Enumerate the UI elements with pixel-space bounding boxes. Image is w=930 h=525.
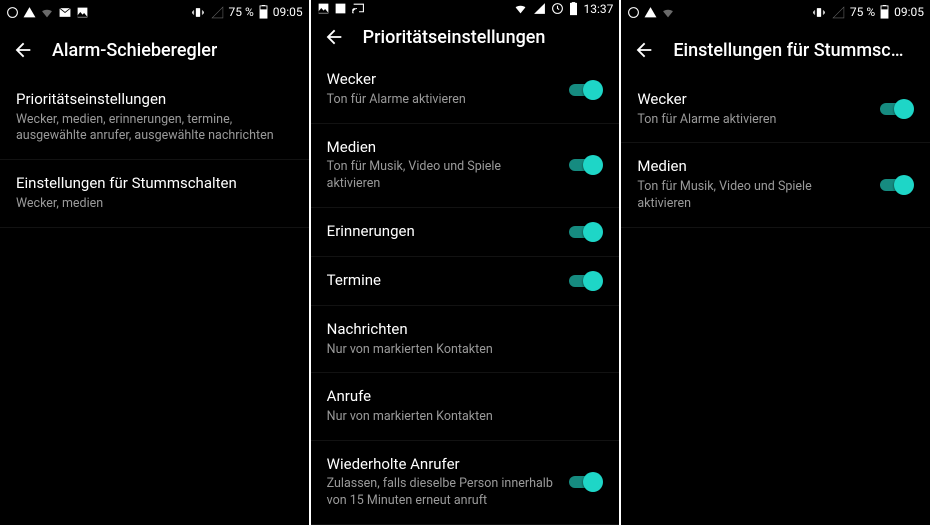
row-termine[interactable]: Termine	[311, 257, 620, 306]
row-priority-settings[interactable]: Prioritätseinstellungen Wecker, medien, …	[0, 76, 309, 160]
row-title: Medien	[637, 157, 868, 177]
vibrate-icon	[811, 6, 827, 19]
page-title: Prioritätseinstellungen	[363, 27, 546, 48]
status-right: 75 % 09:05	[190, 5, 303, 19]
page-title: Alarm-Schieberegler	[52, 40, 217, 61]
vibrate-icon	[190, 6, 206, 19]
toggle-switch[interactable]	[880, 99, 914, 119]
row-anrufe[interactable]: Anrufe Nur von markierten Kontakten	[311, 373, 620, 440]
toggle-switch[interactable]	[569, 155, 603, 175]
status-bar: 13:37	[311, 0, 620, 18]
row-wecker[interactable]: Wecker Ton für Alarme aktivieren	[621, 76, 930, 143]
signal-icon	[832, 6, 845, 19]
signal-icon	[533, 2, 546, 15]
row-subtitle: Ton für Musik, Video und Spiele aktivier…	[637, 179, 868, 213]
row-medien[interactable]: MedienTon für Musik, Video und Spiele ak…	[311, 124, 620, 208]
wifi-dim-icon	[661, 6, 675, 19]
toggle-switch[interactable]	[569, 80, 603, 100]
row-title: Erinnerungen	[327, 222, 558, 242]
status-right: 13:37	[513, 2, 613, 16]
row-title: Wiederholte Anrufer	[327, 455, 558, 475]
mail-icon	[58, 6, 72, 19]
row-mute-settings[interactable]: Einstellungen für Stummschalten Wecker, …	[0, 160, 309, 227]
app-bar: Alarm-Schieberegler	[0, 24, 309, 76]
clock-text: 09:05	[273, 5, 303, 19]
clock-text: 09:05	[894, 5, 924, 19]
warning-icon	[644, 6, 657, 19]
row-subtitle: Ton für Musik, Video und Spiele aktivier…	[327, 159, 558, 193]
phone-screen-1: 75 % 09:05 Alarm-Schieberegler Priorität…	[0, 0, 309, 525]
status-left	[317, 2, 365, 15]
status-right: 75 % 09:05	[811, 5, 924, 19]
image-icon	[76, 6, 89, 19]
wifi-dim-icon	[40, 6, 54, 19]
warning-icon	[23, 6, 36, 19]
phone-screen-3: 75 % 09:05 Einstellungen für Stummsc… We…	[621, 0, 930, 525]
row-subtitle: Zulassen, falls dieselbe Person innerhal…	[327, 476, 558, 510]
cast-icon	[351, 2, 365, 15]
status-bar: 75 % 09:05	[0, 0, 309, 24]
battery-text: 75 %	[229, 5, 254, 19]
row-subtitle: Ton für Alarme aktivieren	[327, 92, 558, 109]
row-title: Wecker	[637, 90, 868, 110]
settings-list: Prioritätseinstellungen Wecker, medien, …	[0, 76, 309, 525]
toggle-switch[interactable]	[569, 222, 603, 242]
row-title: Wecker	[327, 70, 558, 90]
back-button[interactable]	[323, 26, 345, 48]
row-subtitle: Wecker, medien, erinnerungen, termine, a…	[16, 112, 293, 146]
toggle-switch[interactable]	[880, 175, 914, 195]
circle-icon	[6, 6, 19, 19]
row-wiederholte-anrufer[interactable]: Wiederholte AnruferZulassen, falls diese…	[311, 441, 620, 525]
row-nachrichten[interactable]: Nachrichten Nur von markierten Kontakten	[311, 306, 620, 373]
status-bar: 75 % 09:05	[621, 0, 930, 24]
row-subtitle: Nur von markierten Kontakten	[327, 342, 604, 359]
status-left	[627, 6, 675, 19]
signal-icon	[211, 6, 224, 19]
row-subtitle: Wecker, medien	[16, 196, 293, 213]
clock-icon	[551, 2, 564, 15]
battery-icon	[569, 2, 578, 16]
app-icon	[334, 2, 347, 15]
wifi-icon	[513, 2, 528, 15]
clock-text: 13:37	[583, 2, 613, 16]
row-title: Anrufe	[327, 387, 604, 407]
settings-list: Wecker Ton für Alarme aktivieren MedienTo…	[311, 56, 620, 525]
row-erinnerungen[interactable]: Erinnerungen	[311, 208, 620, 257]
battery-icon	[880, 5, 889, 19]
row-medien[interactable]: MedienTon für Musik, Video und Spiele ak…	[621, 143, 930, 227]
row-title: Medien	[327, 138, 558, 158]
row-title: Termine	[327, 271, 558, 291]
page-title: Einstellungen für Stummsc…	[673, 40, 903, 61]
row-title: Einstellungen für Stummschalten	[16, 174, 293, 194]
back-button[interactable]	[633, 39, 655, 61]
image-icon	[317, 2, 330, 15]
back-button[interactable]	[12, 39, 34, 61]
status-left	[6, 6, 89, 19]
row-title: Nachrichten	[327, 320, 604, 340]
app-bar: Prioritätseinstellungen	[311, 18, 620, 57]
toggle-switch[interactable]	[569, 271, 603, 291]
battery-text: 75 %	[850, 5, 875, 19]
row-subtitle: Nur von markierten Kontakten	[327, 409, 604, 426]
battery-icon	[259, 5, 268, 19]
phone-screen-2: 13:37 Prioritätseinstellungen Wecker Ton …	[311, 0, 620, 525]
settings-list: Wecker Ton für Alarme aktivieren MedienTo…	[621, 76, 930, 525]
row-title: Prioritätseinstellungen	[16, 90, 293, 110]
app-bar: Einstellungen für Stummsc…	[621, 24, 930, 76]
toggle-switch[interactable]	[569, 472, 603, 492]
row-subtitle: Ton für Alarme aktivieren	[637, 112, 868, 129]
row-wecker[interactable]: Wecker Ton für Alarme aktivieren	[311, 56, 620, 123]
circle-icon	[627, 6, 640, 19]
